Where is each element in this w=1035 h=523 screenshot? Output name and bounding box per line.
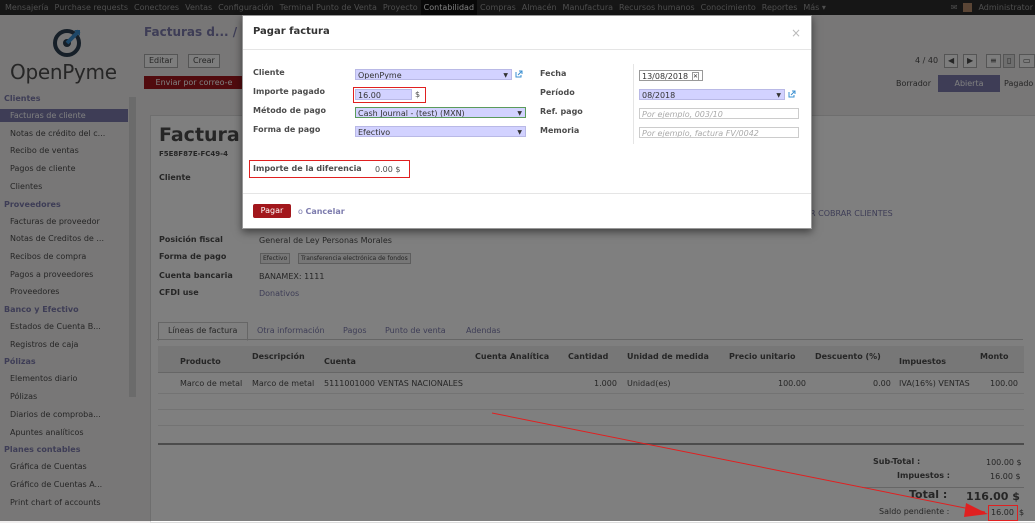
calendar-icon[interactable]: ✕ [691,72,699,80]
memo-label: Memoria [540,126,580,135]
or-text: o [298,207,303,216]
client-select[interactable]: OpenPyme ▼ [355,69,512,80]
difference-value: 0.00 $ [375,165,401,174]
period-select[interactable]: 08/2018 ▼ [639,89,785,100]
client-value: OpenPyme [358,71,402,80]
amount-label: Importe pagado [253,87,325,96]
payment-ref-label: Ref. pago [540,107,583,116]
payment-form-value: Efectivo [358,128,391,137]
date-label: Fecha [540,69,567,78]
pay-invoice-dialog: Pagar factura × Cliente OpenPyme ▼ Import… [242,15,812,229]
method-label: Método de pago [253,106,326,115]
chevron-down-icon: ▼ [776,92,781,99]
date-value: 13/08/2018 [642,72,689,81]
client-label: Cliente [253,68,285,77]
method-select[interactable]: Cash Journal - (test) (MXN) ▼ [355,107,526,118]
method-value: Cash Journal - (test) (MXN) [358,109,465,118]
external-link-icon[interactable] [788,90,796,98]
chevron-down-icon: ▼ [517,110,522,117]
cancel-area: o Cancelar [298,207,345,216]
period-label: Período [540,88,575,97]
difference-label: Importe de la diferencia [253,164,362,173]
balance-annotation-box [988,505,1018,521]
pay-button[interactable]: Pagar [253,204,291,218]
payment-ref-input[interactable]: Por ejemplo, 003/10 [639,108,799,119]
memo-input[interactable]: Por ejemplo, factura FV/0042 [639,127,799,138]
close-icon[interactable]: × [791,26,801,40]
payment-form-label: Forma de pago [253,125,321,134]
date-input[interactable]: 13/08/2018 ✕ [639,70,703,81]
amount-annotation-box [353,87,426,103]
payment-form-select[interactable]: Efectivo ▼ [355,126,526,137]
dialog-title: Pagar factura [253,26,330,37]
period-value: 08/2018 [642,91,676,100]
chevron-down-icon: ▼ [517,129,522,136]
column-divider [633,64,634,144]
cancel-link[interactable]: Cancelar [305,207,344,216]
dialog-footer-divider [243,193,811,194]
chevron-down-icon: ▼ [503,72,508,79]
dialog-divider [243,49,811,50]
external-link-icon[interactable] [515,70,523,78]
